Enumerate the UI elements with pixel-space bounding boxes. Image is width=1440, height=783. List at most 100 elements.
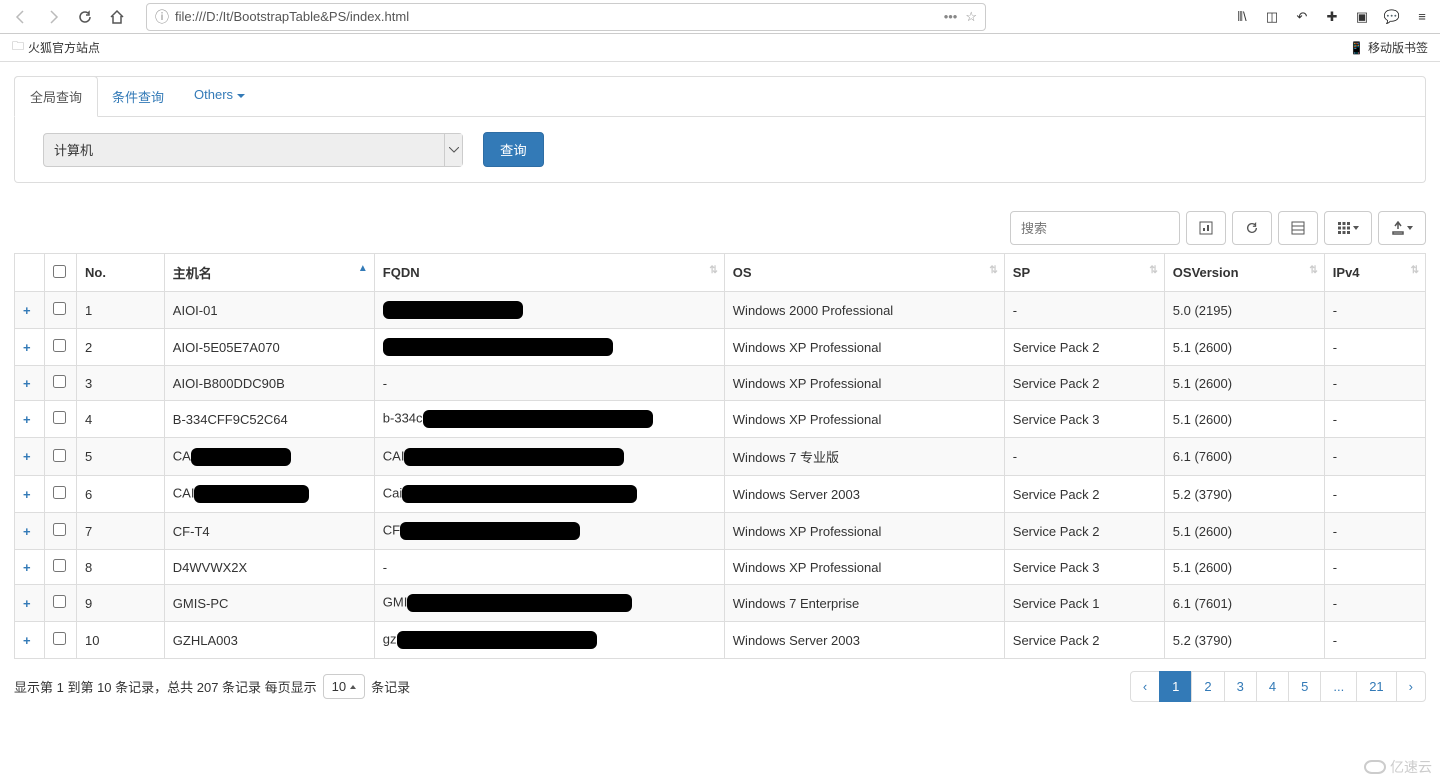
cell-ipv4: -: [1324, 401, 1425, 438]
col-checkbox[interactable]: [45, 254, 77, 292]
add-icon[interactable]: ✚: [1322, 9, 1342, 25]
library-icon[interactable]: ⦀\: [1232, 9, 1252, 25]
expand-icon[interactable]: +: [15, 476, 45, 513]
page-size-select[interactable]: 10: [323, 674, 365, 699]
bookmark-folder[interactable]: 🗀 火狐官方站点: [12, 37, 100, 58]
cell-sp: Service Pack 1: [1004, 585, 1164, 622]
row-checkbox-cell[interactable]: [45, 476, 77, 513]
page-4[interactable]: 4: [1256, 671, 1289, 702]
row-checkbox-cell[interactable]: [45, 366, 77, 401]
expand-icon[interactable]: +: [15, 292, 45, 329]
url-bar[interactable]: ⓘ file:///D:/It/BootstrapTable&PS/index.…: [146, 3, 986, 31]
data-table: No. 主机名▲ FQDN⇅ OS⇅ SP⇅ OSVersion⇅ IPv4⇅ …: [14, 253, 1426, 659]
expand-icon[interactable]: +: [15, 622, 45, 659]
row-checkbox-cell[interactable]: [45, 438, 77, 476]
cell-no: 7: [77, 513, 165, 550]
cell-sp: -: [1004, 438, 1164, 476]
tab-conditional-query[interactable]: 条件查询: [97, 77, 179, 116]
export-button[interactable]: [1378, 211, 1426, 245]
select-all-checkbox[interactable]: [53, 265, 66, 278]
col-no[interactable]: No.: [77, 254, 165, 292]
page-›[interactable]: ›: [1396, 671, 1426, 702]
expand-icon[interactable]: +: [15, 585, 45, 622]
chat-icon[interactable]: 💬: [1382, 9, 1402, 25]
table-row: +7CF-T4CFWindows XP ProfessionalService …: [15, 513, 1426, 550]
row-checkbox[interactable]: [53, 595, 66, 608]
col-ipv4[interactable]: IPv4⇅: [1324, 254, 1425, 292]
row-checkbox[interactable]: [53, 486, 66, 499]
mobile-bookmarks[interactable]: 📱 移动版书签: [1349, 39, 1428, 56]
forward-button[interactable]: [40, 4, 66, 30]
row-checkbox-cell[interactable]: [45, 585, 77, 622]
expand-icon[interactable]: +: [15, 513, 45, 550]
row-checkbox-cell[interactable]: [45, 401, 77, 438]
extension-icon[interactable]: ▣: [1352, 9, 1372, 25]
cell-osver: 5.1 (2600): [1164, 401, 1324, 438]
undo-icon[interactable]: ↶: [1292, 9, 1312, 25]
row-checkbox[interactable]: [53, 632, 66, 645]
expand-icon[interactable]: +: [15, 550, 45, 585]
row-checkbox[interactable]: [53, 559, 66, 572]
col-sp[interactable]: SP⇅: [1004, 254, 1164, 292]
row-checkbox[interactable]: [53, 523, 66, 536]
menu-icon[interactable]: ≡: [1412, 9, 1432, 25]
col-host[interactable]: 主机名▲: [164, 254, 374, 292]
search-input[interactable]: [1010, 211, 1180, 245]
table-toolbar: [14, 211, 1426, 245]
col-fqdn[interactable]: FQDN⇅: [374, 254, 724, 292]
pagination-toggle-button[interactable]: [1186, 211, 1226, 245]
back-button[interactable]: [8, 4, 34, 30]
col-osver[interactable]: OSVersion⇅: [1164, 254, 1324, 292]
cell-ipv4: -: [1324, 292, 1425, 329]
toggle-view-button[interactable]: [1278, 211, 1318, 245]
expand-icon[interactable]: +: [15, 438, 45, 476]
bookmark-star-icon[interactable]: ☆: [965, 9, 977, 25]
expand-icon[interactable]: +: [15, 366, 45, 401]
cell-host: AIOI-B800DDC90B: [164, 366, 374, 401]
refresh-button[interactable]: [1232, 211, 1272, 245]
expand-icon[interactable]: +: [15, 401, 45, 438]
columns-button[interactable]: [1324, 211, 1372, 245]
page-‹[interactable]: ‹: [1130, 671, 1160, 702]
more-icon[interactable]: •••: [944, 9, 958, 25]
row-checkbox[interactable]: [53, 339, 66, 352]
cell-osver: 5.2 (3790): [1164, 476, 1324, 513]
sidebar-icon[interactable]: ◫: [1262, 9, 1282, 25]
page-3[interactable]: 3: [1224, 671, 1257, 702]
row-checkbox-cell[interactable]: [45, 513, 77, 550]
cell-fqdn: gz: [374, 622, 724, 659]
table-footer: 显示第 1 到第 10 条记录，总共 207 条记录 每页显示 10 条记录 ‹…: [14, 671, 1426, 702]
sort-icon: ⇅: [989, 265, 997, 276]
row-checkbox[interactable]: [53, 411, 66, 424]
reload-button[interactable]: [72, 4, 98, 30]
tab-global-query[interactable]: 全局查询: [14, 76, 98, 117]
page-1[interactable]: 1: [1159, 671, 1192, 702]
row-checkbox-cell[interactable]: [45, 292, 77, 329]
home-button[interactable]: [104, 4, 130, 30]
row-checkbox[interactable]: [53, 375, 66, 388]
dropdown-button[interactable]: [444, 134, 462, 166]
table-row: +10GZHLA003gzWindows Server 2003Service …: [15, 622, 1426, 659]
cell-osver: 5.1 (2600): [1164, 513, 1324, 550]
cell-no: 1: [77, 292, 165, 329]
cell-fqdn: -: [374, 366, 724, 401]
col-os[interactable]: OS⇅: [724, 254, 1004, 292]
tab-others[interactable]: Others: [179, 77, 260, 116]
expand-icon[interactable]: +: [15, 329, 45, 366]
row-checkbox-cell[interactable]: [45, 550, 77, 585]
cell-sp: Service Pack 3: [1004, 401, 1164, 438]
filter-pane: 计算机 查询: [14, 117, 1426, 183]
page-2[interactable]: 2: [1191, 671, 1224, 702]
cell-os: Windows Server 2003: [724, 622, 1004, 659]
row-checkbox-cell[interactable]: [45, 329, 77, 366]
row-checkbox-cell[interactable]: [45, 622, 77, 659]
pagination: ‹12345...21›: [1131, 671, 1426, 702]
cell-fqdn: CAI: [374, 438, 724, 476]
filter-select[interactable]: 计算机: [43, 133, 463, 167]
query-button[interactable]: 查询: [483, 132, 544, 167]
row-checkbox[interactable]: [53, 302, 66, 315]
page-5[interactable]: 5: [1288, 671, 1321, 702]
page-...[interactable]: ...: [1320, 671, 1357, 702]
row-checkbox[interactable]: [53, 449, 66, 462]
page-21[interactable]: 21: [1356, 671, 1396, 702]
